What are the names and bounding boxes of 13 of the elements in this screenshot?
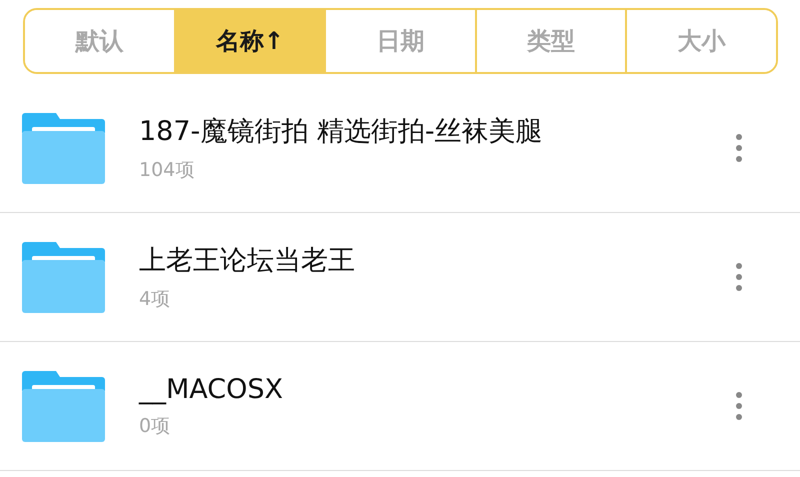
more-icon[interactable] bbox=[736, 134, 742, 162]
more-icon[interactable] bbox=[736, 263, 742, 291]
sort-tab[interactable]: 名称↑ bbox=[174, 10, 324, 72]
item-count: 104项 bbox=[139, 158, 194, 183]
folder-name[interactable]: __MACOSX bbox=[139, 374, 284, 404]
folder-icon bbox=[22, 242, 105, 312]
folder-icon bbox=[22, 370, 105, 442]
folder-name[interactable]: 187-魔镜街拍 精选街拍-丝袜美腿 bbox=[139, 113, 543, 149]
more-icon[interactable] bbox=[736, 392, 742, 420]
folder-name[interactable]: 上老王论坛当老王 bbox=[139, 242, 355, 278]
item-count: 0项 bbox=[139, 414, 170, 438]
item-count: 4项 bbox=[139, 287, 170, 312]
folder-icon bbox=[22, 112, 105, 184]
